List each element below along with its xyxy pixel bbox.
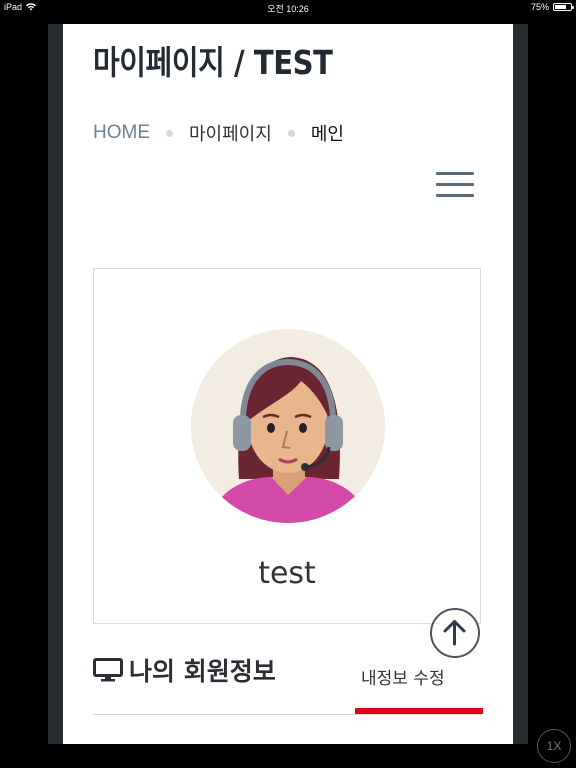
breadcrumb-separator bbox=[287, 129, 295, 137]
status-time: 오전 10:26 bbox=[267, 4, 309, 14]
member-info-heading: 나의 회원정보 bbox=[93, 652, 276, 688]
breadcrumb-mypage-link[interactable]: 마이페이지 bbox=[189, 120, 272, 146]
profile-username: test bbox=[258, 556, 316, 591]
status-bar: iPad 오전 10:26 75% bbox=[0, 0, 576, 16]
arrow-up-icon bbox=[443, 620, 466, 646]
app-frame: 마이페이지 / TEST HOME 마이페이지 메인 test 나의 회원정보 … bbox=[48, 24, 528, 744]
hamburger-menu-icon[interactable] bbox=[436, 172, 474, 198]
support-agent-avatar bbox=[191, 329, 385, 523]
breadcrumb-home-link[interactable]: HOME bbox=[93, 122, 150, 144]
page-title: 마이페이지 / TEST bbox=[93, 43, 333, 82]
active-tab-indicator bbox=[355, 708, 483, 714]
breadcrumb-current: 메인 bbox=[310, 124, 344, 145]
page-content: 마이페이지 / TEST HOME 마이페이지 메인 test 나의 회원정보 … bbox=[63, 24, 513, 744]
section-divider bbox=[93, 714, 481, 715]
battery-percent: 75% bbox=[530, 2, 549, 12]
edit-my-info-tab[interactable]: 내정보 수정 bbox=[361, 664, 445, 689]
breadcrumb-separator bbox=[166, 129, 173, 137]
monitor-icon bbox=[93, 658, 123, 682]
scroll-to-top-button[interactable] bbox=[430, 608, 480, 658]
battery-icon bbox=[553, 3, 574, 11]
member-info-title: 나의 회원정보 bbox=[129, 657, 276, 686]
breadcrumb: HOME 마이페이지 메인 bbox=[93, 120, 344, 146]
playback-speed-button[interactable]: 1X bbox=[537, 729, 571, 763]
profile-card: test bbox=[93, 268, 481, 624]
